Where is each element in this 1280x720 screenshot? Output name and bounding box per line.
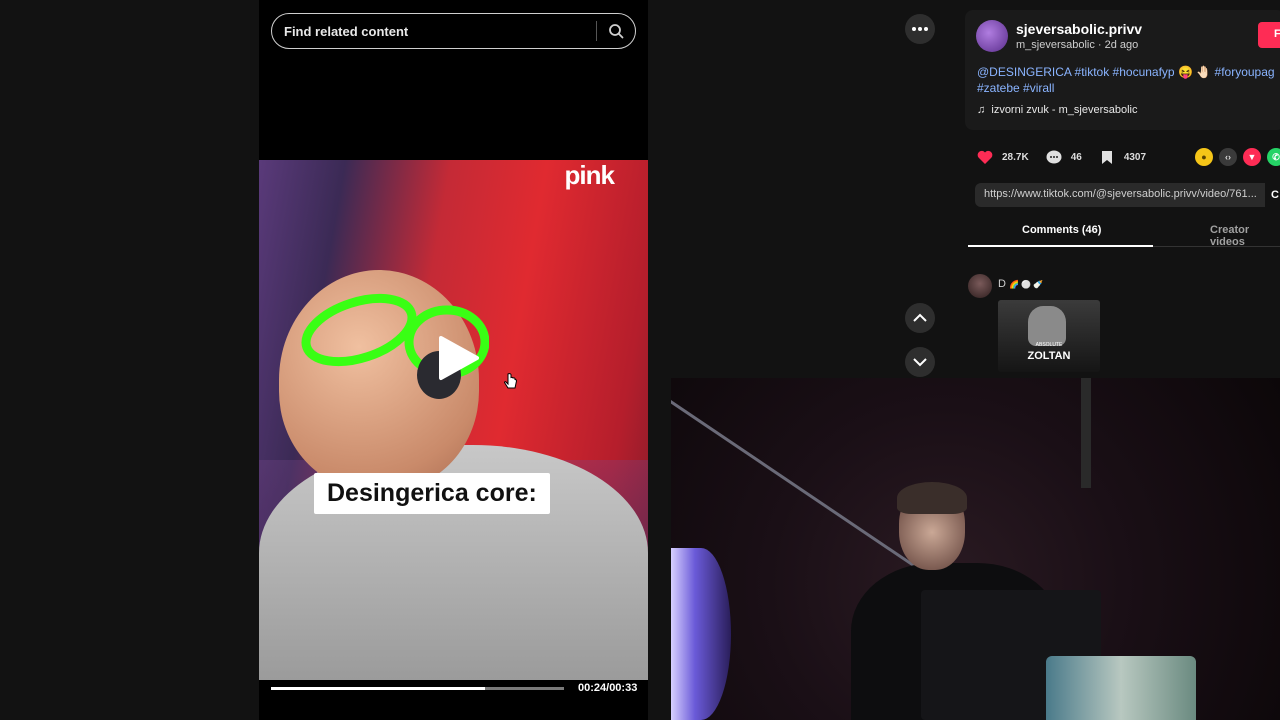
tab-creator-videos[interactable]: Creator videos	[1210, 224, 1280, 248]
webcam-purple-light	[671, 548, 731, 720]
next-video-button[interactable]	[905, 347, 935, 377]
embed-icon[interactable]: ‹›	[1219, 148, 1237, 166]
description-hashtag-tail[interactable]: #foryoupag	[1215, 65, 1275, 79]
commenter-badges: 🌈 ⚪ 🍼	[1009, 280, 1044, 289]
bookmark-icon	[1098, 148, 1116, 166]
comment-count: 46	[1070, 151, 1082, 163]
tiktok-share-icon[interactable]: ▼	[1243, 148, 1261, 166]
engagement-stats: 28.7K 46 4307	[976, 147, 1162, 167]
webcam-person-hair	[897, 482, 967, 514]
post-info-panel: sjeversabolic.privv m_sjeversabolic · 2d…	[965, 10, 1280, 130]
description-hashtags[interactable]: @DESINGERICA #tiktok #hocunafyp	[977, 65, 1175, 79]
music-link[interactable]: ♫ izvorni zvuk - m_sjeversabolic	[977, 104, 1137, 116]
comment-button[interactable]: 46	[1045, 148, 1082, 166]
like-count: 28.7K	[1002, 151, 1029, 163]
commenter-avatar[interactable]	[968, 274, 992, 298]
video-progress-fill	[271, 687, 485, 690]
comment-sticker[interactable]: ABSOLUTE ZOLTAN	[998, 300, 1100, 372]
creator-avatar[interactable]	[976, 20, 1008, 52]
channel-logo: pink	[564, 160, 615, 190]
music-title[interactable]: izvorni zvuk - m_sjeversabolic	[991, 104, 1137, 116]
copy-link-button[interactable]: C	[1271, 189, 1279, 201]
more-icon	[912, 27, 928, 31]
coin-icon[interactable]: ●	[1195, 148, 1213, 166]
play-icon[interactable]	[437, 335, 481, 381]
like-button[interactable]: 28.7K	[976, 148, 1029, 166]
sticker-subtitle: ABSOLUTE	[1035, 342, 1063, 348]
chevron-down-icon	[913, 358, 927, 367]
follow-button[interactable]: F	[1258, 22, 1280, 48]
commenter-initial: D	[998, 278, 1006, 290]
bookmark-button[interactable]: 4307	[1098, 148, 1146, 166]
video-timestamp: 00:24/00:33	[578, 682, 638, 694]
commenter-name[interactable]: D 🌈 ⚪ 🍼	[998, 278, 1043, 290]
sticker-title: ZOLTAN	[1027, 350, 1071, 362]
creator-handle-date: m_sjeversabolic · 2d ago	[1016, 39, 1139, 51]
video-player-column: Find related content pink Desingerica co…	[259, 0, 648, 720]
description-emoji: 😝 🤚🏻	[1177, 65, 1212, 79]
cursor-icon	[504, 373, 518, 389]
sticker-figure	[1028, 306, 1066, 346]
webcam-bag	[1046, 656, 1196, 720]
more-options-button[interactable]	[905, 14, 935, 44]
video-progress-bar[interactable]	[271, 687, 564, 690]
description-hashtags-line2[interactable]: #zatebe #virall	[977, 81, 1054, 95]
music-note-icon: ♫	[977, 104, 986, 116]
post-description: @DESINGERICA #tiktok #hocunafyp 😝 🤚🏻 #fo…	[977, 64, 1280, 96]
whatsapp-icon[interactable]: ✆	[1267, 148, 1280, 166]
heart-icon	[976, 148, 994, 166]
previous-video-button[interactable]	[905, 303, 935, 333]
tab-comments[interactable]: Comments (46)	[1022, 224, 1101, 236]
chevron-up-icon	[913, 313, 927, 322]
video-frame[interactable]: pink Desingerica core:	[259, 160, 648, 680]
search-button[interactable]	[597, 14, 635, 48]
active-tab-indicator	[968, 245, 1153, 247]
search-bar[interactable]: Find related content	[271, 13, 636, 49]
comment-icon	[1045, 148, 1063, 166]
creator-username[interactable]: sjeversabolic.privv	[1016, 21, 1142, 37]
video-caption: Desingerica core:	[314, 473, 550, 514]
bookmark-count: 4307	[1123, 151, 1147, 163]
search-input[interactable]: Find related content	[272, 24, 596, 39]
tiktok-page: Find related content pink Desingerica co…	[0, 0, 1280, 720]
search-icon	[609, 24, 624, 39]
webcam-overlay	[671, 378, 1280, 720]
video-url-field[interactable]: https://www.tiktok.com/@sjeversabolic.pr…	[975, 183, 1265, 207]
webcam-pole	[1081, 378, 1091, 488]
